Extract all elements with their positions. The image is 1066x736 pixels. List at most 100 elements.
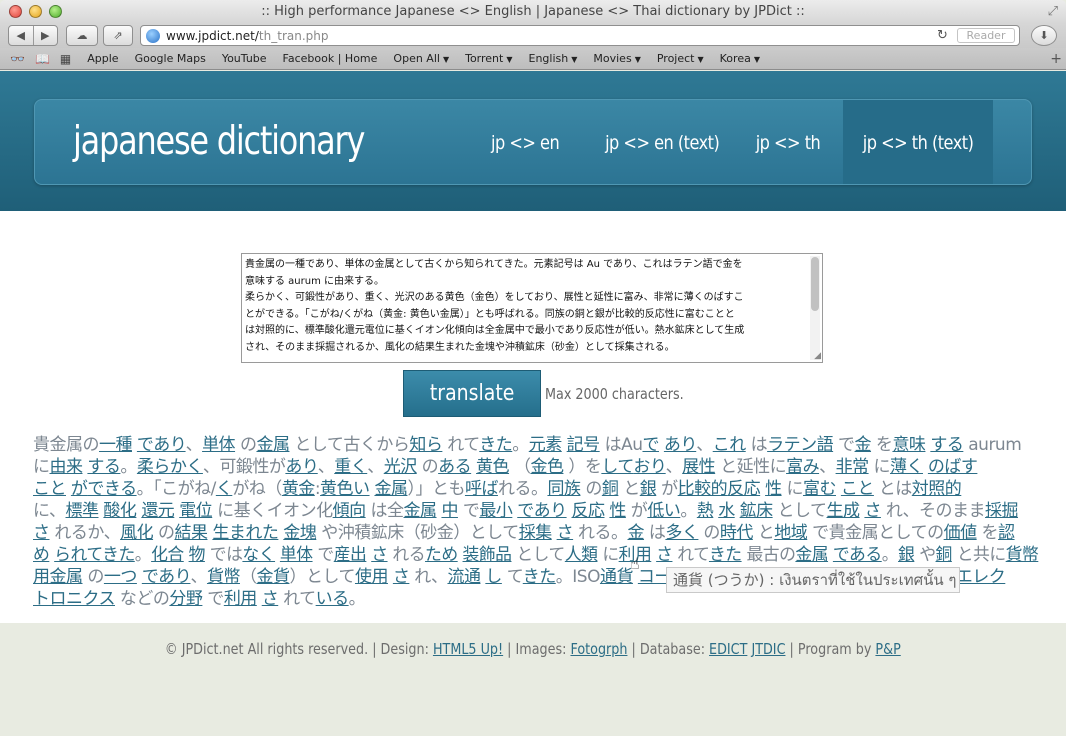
dictionary-word-link[interactable]: 金貨 [256,567,290,587]
dictionary-word-link[interactable]: ため [425,545,458,565]
site-logo[interactable]: japanese dictionary [73,119,365,164]
address-bar[interactable]: www.jpdict.net/th_tran.php ↻ Reader [140,25,1020,46]
dictionary-word-link[interactable]: 金属 [374,479,408,499]
bookmark-item[interactable]: Google Maps [135,52,206,65]
dictionary-word-link[interactable]: ある [438,457,472,477]
dictionary-word-link[interactable]: で [642,435,659,455]
footer-link-edict[interactable]: EDICT [709,640,747,658]
bookmark-item[interactable]: Open All ▼ [393,52,449,65]
dictionary-word-link[interactable]: 重く [334,457,368,477]
dictionary-word-link[interactable]: 性 [609,501,626,521]
dictionary-word-link[interactable]: 意味 [892,435,926,455]
new-tab-plus-icon[interactable]: + [1050,51,1062,67]
dictionary-word-link[interactable]: られて [54,545,102,565]
dictionary-word-link[interactable]: これ [713,435,747,455]
footer-link-design[interactable]: HTML5 Up! [433,640,503,658]
dictionary-word-link[interactable]: きた [102,545,135,565]
dictionary-word-link[interactable]: め [33,545,50,565]
dictionary-word-link[interactable]: 金 [628,523,645,543]
dictionary-word-link[interactable]: 通貨 [600,567,634,587]
dictionary-word-link[interactable]: きた [709,545,742,565]
dictionary-word-link[interactable]: さ [262,589,279,609]
dictionary-word-link[interactable]: 銅 [602,479,619,499]
scrollbar-thumb[interactable] [811,257,819,311]
dictionary-word-link[interactable]: ラテン語 [767,435,834,455]
dictionary-word-link[interactable]: 金属 [256,435,290,455]
bookmarks-book-icon[interactable]: 📖 [35,52,50,66]
source-text[interactable]: 貴金属の一種であり、単体の金属として古くから知られてきた。元素記号は Au であ… [245,257,805,356]
bookmark-item[interactable]: Facebook | Home [283,52,378,65]
dictionary-word-link[interactable]: 銀 [898,545,915,565]
dictionary-word-link[interactable]: トロニクス [33,589,116,609]
share-button[interactable]: ⇗ [103,25,133,46]
dictionary-word-link[interactable]: 比較的 [678,479,728,499]
dictionary-word-link[interactable]: 酸化 [103,501,137,521]
dictionary-word-link[interactable]: 低い [647,501,681,521]
dictionary-word-link[interactable]: 黄色い [320,479,370,499]
dictionary-word-link[interactable]: 展性 [682,457,716,477]
dictionary-word-link[interactable]: 柔らかく [137,457,204,477]
textarea-scrollbar[interactable] [810,256,820,360]
nav-jp-th-text-active[interactable]: jp <> th (text) [843,100,993,184]
dictionary-word-link[interactable]: いる [316,589,350,609]
fullscreen-icon[interactable]: ⤢ [1048,4,1058,19]
reader-button[interactable]: Reader [957,28,1015,43]
dictionary-word-link[interactable]: きた [523,567,557,587]
dictionary-word-link[interactable]: 地域 [774,523,808,543]
dictionary-word-link[interactable]: 人類 [565,545,598,565]
dictionary-word-link[interactable]: さ [557,523,574,543]
dictionary-word-link[interactable]: エレク [956,567,1006,587]
dictionary-word-link[interactable]: 反応 [727,479,761,499]
dictionary-word-link[interactable]: 薄く [890,457,924,477]
dictionary-word-link[interactable]: 結果 [174,523,208,543]
bookmark-item[interactable]: YouTube [222,52,267,65]
bookmark-item[interactable]: Torrent ▼ [465,52,512,65]
dictionary-word-link[interactable]: 単体 [202,435,236,455]
dictionary-word-link[interactable]: 金属 [404,501,438,521]
reload-icon[interactable]: ↻ [937,28,948,43]
dictionary-word-link[interactable]: 非常 [836,457,870,477]
dictionary-word-link[interactable]: のばす [928,457,978,477]
dictionary-word-link[interactable]: 流通 [447,567,481,587]
dictionary-word-link[interactable]: 黄色 [476,457,510,477]
dictionary-word-link[interactable]: 金 [855,435,872,455]
dictionary-word-link[interactable]: 生成 [827,501,861,521]
dictionary-word-link[interactable]: 同族 [547,479,581,499]
dictionary-word-link[interactable]: 傾向 [333,501,367,521]
dictionary-word-link[interactable]: 物 [189,545,206,565]
dictionary-word-link[interactable]: であり [142,567,191,587]
dictionary-word-link[interactable]: さ [371,545,388,565]
dictionary-word-link[interactable]: する [87,457,121,477]
dictionary-word-link[interactable]: さ [393,567,410,587]
bookmark-item[interactable]: Project ▼ [657,52,704,65]
dictionary-word-link[interactable]: 生まれた [212,523,279,543]
nav-jp-en[interactable]: jp <> en [475,100,575,184]
dictionary-word-link[interactable]: 金色 [530,457,564,477]
top-sites-grid-icon[interactable]: ▦ [60,52,71,66]
dictionary-word-link[interactable]: 金塊 [283,523,317,543]
dictionary-word-link[interactable]: 鉱床 [740,501,774,521]
dictionary-word-link[interactable]: 単体 [280,545,313,565]
dictionary-word-link[interactable]: 由来 [50,457,84,477]
dictionary-word-link[interactable]: し [485,567,502,587]
dictionary-word-link[interactable]: である [833,545,882,565]
dictionary-word-link[interactable]: さ [33,523,50,543]
back-arrow-icon[interactable]: ◀ [9,29,33,42]
dictionary-word-link[interactable]: 貨幣 [207,567,241,587]
dictionary-word-link[interactable]: であり [137,435,186,455]
dictionary-word-link[interactable]: 性 [765,479,782,499]
forward-arrow-icon[interactable]: ▶ [34,29,58,42]
dictionary-word-link[interactable]: こと [33,479,67,499]
url-text[interactable]: www.jpdict.net/th_tran.php [166,29,328,43]
dictionary-word-link[interactable]: 知ら [409,435,443,455]
reading-list-icon[interactable]: 👓 [10,52,25,66]
source-text-area[interactable]: 貴金属の一種であり、単体の金属として古くから知られてきた。元素記号は Au であ… [241,253,823,363]
translate-button[interactable]: translate [403,370,541,417]
dictionary-word-link[interactable]: できる [87,479,137,499]
dictionary-word-link[interactable]: 貨幣 [1006,545,1039,565]
dictionary-word-link[interactable]: おり [633,457,666,477]
dictionary-word-link[interactable]: あり [664,435,697,455]
footer-link-jtdic[interactable]: JTDIC [752,640,786,658]
dictionary-word-link[interactable]: 風化 [120,523,154,543]
dictionary-word-link[interactable]: 富み [786,457,820,477]
